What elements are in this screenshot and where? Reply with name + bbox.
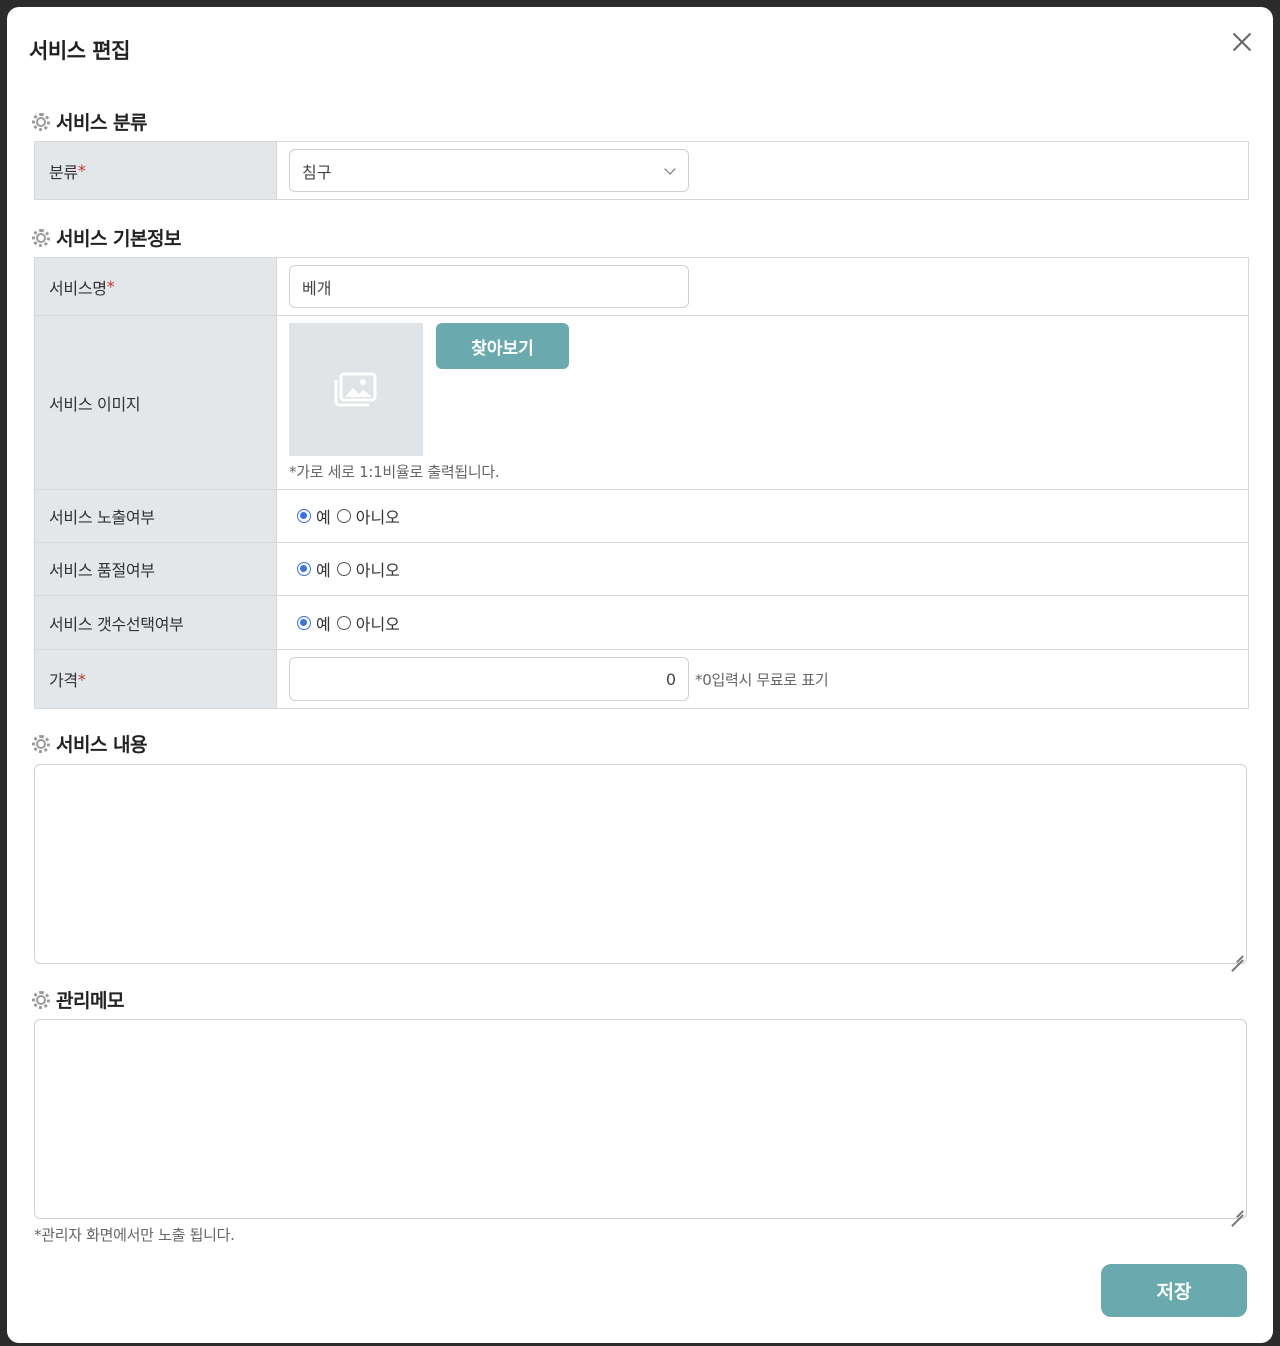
- soldout-label-cell: 서비스 품절여부: [35, 543, 277, 595]
- price-label: 가격: [49, 671, 78, 690]
- resize-handle-icon[interactable]: [1231, 948, 1243, 960]
- image-preview: [289, 323, 423, 456]
- soldout-radio-group: 예 아니오: [277, 543, 1248, 595]
- memo-note: *관리자 화면에서만 노출 됩니다.: [34, 1226, 235, 1244]
- category-row: 분류 * 침구: [35, 142, 1248, 200]
- radio-label-yes: 예: [316, 614, 331, 634]
- close-icon[interactable]: [1229, 29, 1255, 55]
- name-value-cell: 베개: [277, 258, 1248, 315]
- soldout-row: 서비스 품절여부 예 아니오: [35, 543, 1248, 596]
- name-label-cell: 서비스명 *: [35, 258, 277, 315]
- image-label-cell: 서비스 이미지: [35, 316, 277, 489]
- soldout-yes-radio[interactable]: [297, 562, 311, 576]
- service-content-textarea[interactable]: [34, 764, 1247, 964]
- price-row: 가격 * 0 *0입력시 무료로 표기: [35, 650, 1248, 709]
- visible-no-radio[interactable]: [336, 509, 351, 523]
- image-hint: *가로 세로 1:1비율로 출력됩니다.: [289, 463, 500, 481]
- service-edit-modal: 서비스 편집 서비스 분류 분류 * 침구 서비스 기본정보 서비스명 * 베개…: [7, 7, 1273, 1343]
- radio-label-no: 아니오: [355, 508, 400, 527]
- gear-icon: [32, 990, 50, 1009]
- section-memo-heading: 관리메모: [32, 986, 124, 1013]
- gear-icon: [32, 734, 50, 753]
- price-input[interactable]: 0: [289, 657, 689, 701]
- section-category-heading: 서비스 분류: [32, 108, 148, 135]
- name-label: 서비스명: [49, 278, 107, 298]
- qty-row: 서비스 갯수선택여부 예 아니오: [35, 596, 1248, 650]
- category-label: 분류: [49, 162, 78, 182]
- qty-label: 서비스 갯수선택여부: [49, 614, 184, 634]
- soldout-label: 서비스 품절여부: [49, 561, 155, 580]
- gear-icon: [32, 112, 50, 131]
- category-label-cell: 분류 *: [35, 142, 277, 199]
- qty-yes-radio[interactable]: [297, 615, 311, 630]
- qty-label-cell: 서비스 갯수선택여부: [35, 596, 277, 649]
- visible-radio-group: 예 아니오: [277, 490, 1248, 542]
- visible-row: 서비스 노출여부 예 아니오: [35, 490, 1248, 543]
- save-button[interactable]: 저장: [1101, 1264, 1247, 1317]
- qty-no-radio[interactable]: [336, 615, 351, 630]
- image-row: 서비스 이미지 찾아보기 *가로 세로 1:1비율로 출력됩니다.: [35, 316, 1248, 490]
- required-mark: *: [77, 669, 86, 689]
- radio-label-no: 아니오: [355, 614, 400, 634]
- service-name-input[interactable]: 베개: [289, 265, 689, 308]
- basic-info-table: 서비스명 * 베개 서비스 이미지 찾아보기 *가로 세로 1:1비율로 출력됩…: [34, 257, 1249, 709]
- image-placeholder-icon: [334, 372, 377, 406]
- name-row: 서비스명 * 베개: [35, 258, 1248, 316]
- visible-yes-radio[interactable]: [297, 509, 311, 523]
- category-value-cell: 침구: [277, 142, 1248, 199]
- required-mark: *: [77, 161, 86, 180]
- required-mark: *: [106, 277, 115, 296]
- section-category-title: 서비스 분류: [56, 112, 148, 134]
- category-selected-value: 침구: [302, 162, 332, 182]
- category-select[interactable]: 침구: [289, 149, 689, 192]
- browse-button[interactable]: 찾아보기: [436, 323, 569, 369]
- image-value-cell: 찾아보기 *가로 세로 1:1비율로 출력됩니다.: [277, 316, 1248, 489]
- qty-radio-group: 예 아니오: [277, 596, 1248, 649]
- price-hint: *0입력시 무료로 표기: [695, 670, 829, 689]
- category-table: 분류 * 침구: [34, 141, 1249, 200]
- section-basic-heading: 서비스 기본정보: [32, 224, 181, 251]
- soldout-no-radio[interactable]: [336, 562, 351, 576]
- gear-icon: [32, 228, 50, 247]
- radio-label-yes: 예: [316, 561, 331, 580]
- price-value-cell: 0 *0입력시 무료로 표기: [277, 650, 1248, 708]
- radio-label-yes: 예: [316, 508, 331, 527]
- section-content-heading: 서비스 내용: [32, 730, 148, 757]
- service-name-value: 베개: [302, 278, 332, 298]
- modal-title: 서비스 편집: [29, 39, 130, 63]
- admin-memo-textarea[interactable]: [34, 1019, 1247, 1219]
- visible-label: 서비스 노출여부: [49, 508, 155, 527]
- radio-label-no: 아니오: [355, 561, 400, 580]
- chevron-down-icon: [664, 163, 676, 175]
- section-content-title: 서비스 내용: [56, 734, 148, 756]
- price-label-cell: 가격 *: [35, 650, 277, 708]
- image-label: 서비스 이미지: [49, 394, 141, 414]
- price-value: 0: [665, 669, 676, 689]
- section-memo-title: 관리메모: [56, 990, 124, 1012]
- resize-handle-icon[interactable]: [1231, 1203, 1243, 1215]
- visible-label-cell: 서비스 노출여부: [35, 490, 277, 542]
- section-basic-title: 서비스 기본정보: [56, 228, 181, 250]
